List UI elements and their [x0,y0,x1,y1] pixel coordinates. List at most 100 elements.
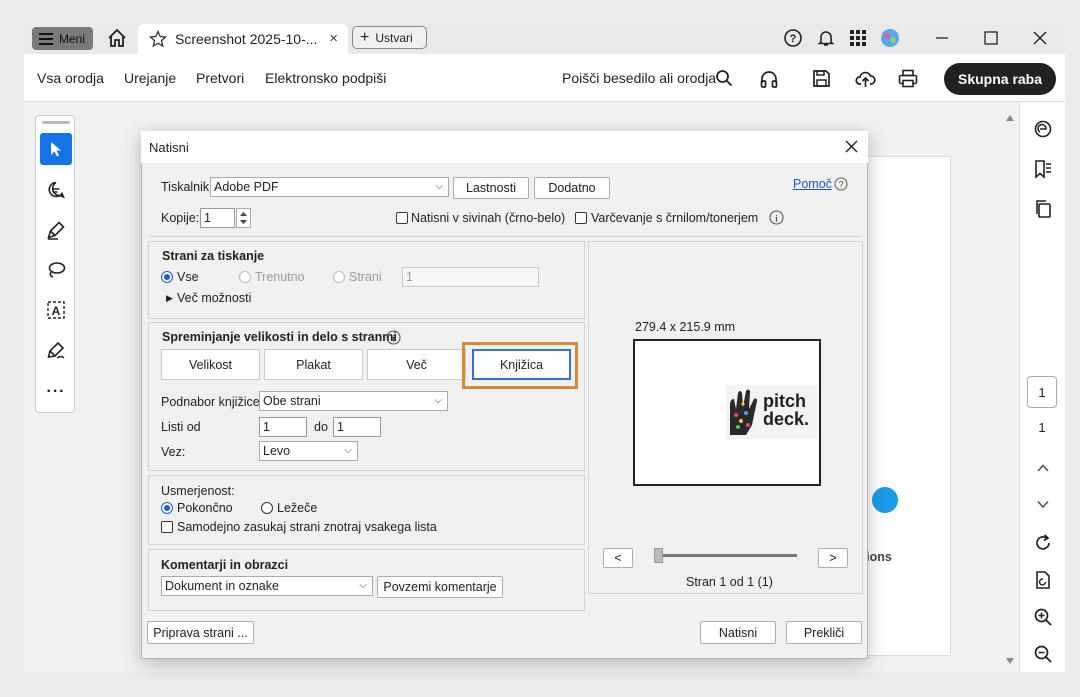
paper-size-label: 279.4 x 215.9 mm [635,320,736,334]
avatar[interactable] [880,27,900,49]
grayscale-checkbox[interactable] [396,212,408,224]
properties-button[interactable]: Lastnosti [453,177,529,199]
zoom-in-icon[interactable] [1032,606,1054,628]
svg-text:i: i [775,214,778,224]
info-icon[interactable]: i [386,330,401,345]
fill-sign-icon[interactable] [40,334,72,366]
current-page-radio[interactable] [239,271,251,283]
summarize-comments-button[interactable]: Povzemi komentarje [377,576,503,598]
star-icon[interactable] [149,30,167,48]
select-tool-icon[interactable] [40,133,72,165]
portrait-radio[interactable] [161,502,173,514]
edit-link[interactable]: Urejanje [124,70,176,86]
orientation-title: Usmerjenost: [161,484,235,498]
divider [149,236,861,237]
all-tools-link[interactable]: Vsa orodja [37,70,104,86]
help-icon[interactable]: ? [783,27,803,49]
pages-radio[interactable] [333,271,345,283]
zoom-out-icon[interactable] [1032,643,1054,665]
drag-handle[interactable] [42,121,70,124]
minimize-icon[interactable] [934,27,950,49]
pages-label: Strani [349,270,382,284]
dialog-close-icon[interactable] [845,140,858,153]
binding-select[interactable]: Levo ⌵ [259,441,358,461]
printer-select[interactable]: Adobe PDF ⌵ [210,177,449,197]
esign-link[interactable]: Elektronsko podpiši [265,70,386,86]
preview-next-button[interactable]: > [818,548,848,568]
preview-slider-thumb[interactable] [654,548,663,563]
comments-select[interactable]: Dokument in oznake ⌵ [161,576,373,596]
svg-text:?: ? [790,33,797,45]
copies-input[interactable]: 1 [200,208,235,228]
save-icon[interactable] [812,69,831,88]
window-close-icon[interactable] [1032,27,1048,49]
print-button[interactable]: Natisni [700,621,776,644]
convert-link[interactable]: Pretvori [196,70,244,86]
auto-rotate-checkbox[interactable] [161,521,173,533]
page-setup-button[interactable]: Priprava strani ... [147,621,254,644]
binding-label: Vez: [161,445,186,459]
sheets-from-label: Listi od [161,420,201,434]
maximize-icon[interactable] [983,27,999,49]
chevron-up-icon[interactable] [1032,457,1054,479]
advanced-button[interactable]: Dodatno [534,177,610,199]
share-button[interactable]: Skupna raba [944,63,1056,95]
apps-grid-icon[interactable] [849,27,867,49]
comment-tool-icon[interactable] [40,174,72,206]
sizing-section-title: Spreminjanje velikosti in delo s stranmi [162,330,397,344]
ai-assistant-icon[interactable] [1032,118,1054,140]
search-label[interactable]: Poišči besedilo ali orodja [562,70,716,86]
text-box-icon[interactable]: A [40,294,72,326]
tab-size[interactable]: Velikost [161,349,260,380]
draw-lasso-icon[interactable] [40,254,72,286]
copies-label: Kopije: [161,211,200,225]
hamburger-icon [39,32,53,45]
more-options-label[interactable]: Več možnosti [177,291,251,305]
help-link[interactable]: Pomoč [793,177,832,191]
tab-close-icon[interactable]: × [329,30,338,47]
preview-prev-button[interactable]: < [603,548,633,568]
triangle-right-icon[interactable]: ▶ [166,293,173,304]
dialog-title: Natisni [149,140,189,155]
tab-title: Screenshot 2025-10-... [175,31,318,47]
blue-dot-icon [872,487,898,513]
bell-icon[interactable] [816,27,836,49]
ink-saving-checkbox[interactable] [575,212,587,224]
create-button[interactable]: + Ustvari [352,26,427,49]
tab-poster[interactable]: Plakat [264,349,363,380]
pages-range-input[interactable]: 1 [402,267,539,287]
search-icon[interactable] [715,69,733,87]
more-tools-icon[interactable]: ··· [40,376,72,408]
chevron-down-icon[interactable] [1032,493,1054,515]
info-icon[interactable]: i [769,210,784,225]
pages-section-title: Strani za tiskanje [162,249,265,263]
copies-stepper[interactable] [236,208,251,228]
booklet-subset-select[interactable]: Obe strani ⌵ [259,391,448,411]
copy-pages-icon[interactable] [1032,198,1054,220]
all-pages-radio[interactable] [161,271,173,283]
print-icon[interactable] [898,69,918,88]
tab-booklet[interactable]: Knjižica [472,349,571,380]
menu-button[interactable]: Meni [32,27,93,50]
help-circle-icon[interactable]: ? [834,177,848,191]
sheets-to-input[interactable]: 1 [333,417,381,437]
cancel-button[interactable]: Prekliči [786,621,862,644]
document-tab[interactable]: Screenshot 2025-10-... × [138,24,348,54]
vertical-scrollbar[interactable] [1004,112,1016,670]
sheets-from-input[interactable]: 1 [259,417,307,437]
bookmark-list-icon[interactable] [1032,158,1054,180]
home-icon[interactable] [106,27,128,49]
left-tool-rail: A ··· [35,115,75,413]
headphones-icon[interactable] [759,69,779,89]
highlight-pen-icon[interactable] [40,214,72,246]
current-page-label: Trenutno [255,270,305,284]
svg-text:?: ? [838,180,843,190]
preview-slider-track[interactable] [659,554,797,557]
upload-cloud-icon[interactable] [855,69,876,88]
page-number-input[interactable]: 1 [1027,376,1057,408]
tab-multiple[interactable]: Več [367,349,466,380]
pitch-deck-thumbnail: pitch deck. [726,385,818,439]
refresh-icon[interactable] [1032,532,1054,554]
landscape-radio[interactable] [261,502,273,514]
page-rotate-icon[interactable] [1032,569,1054,591]
